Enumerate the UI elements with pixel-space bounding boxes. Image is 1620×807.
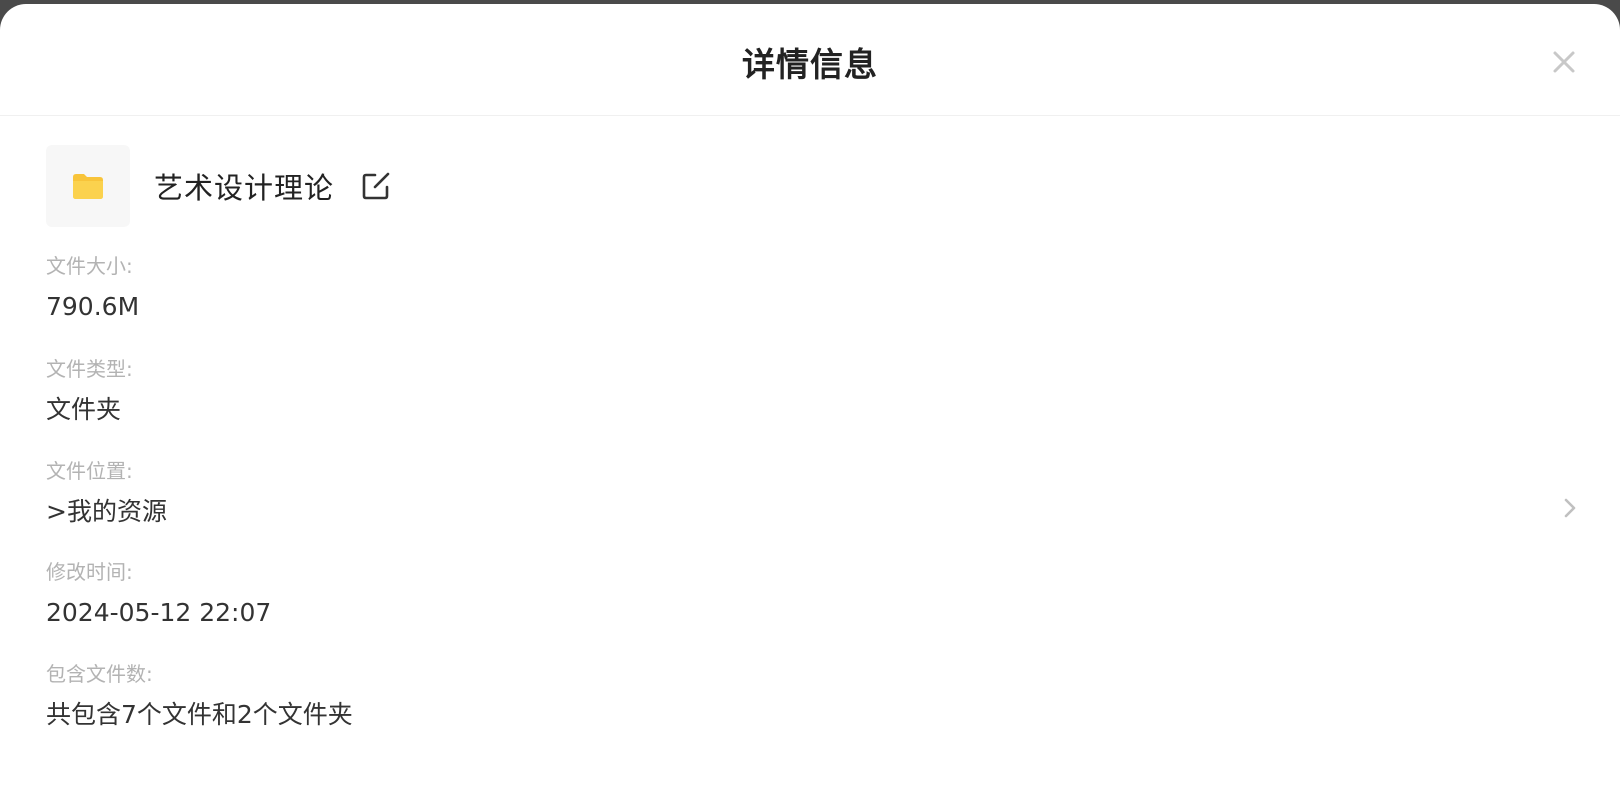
sheet-header: 详情信息 — [0, 4, 1620, 116]
file-name: 艺术设计理论 — [154, 171, 335, 205]
page-title: 详情信息 — [742, 45, 878, 84]
chevron-right-icon — [1564, 498, 1576, 518]
file-header: 艺术设计理论 — [46, 145, 392, 227]
file-count-field: 包含文件数: 共包含7个文件和2个文件夹 — [46, 660, 1580, 732]
file-location-label: 文件位置: — [46, 459, 133, 483]
file-size-label: 文件大小: — [46, 254, 133, 278]
file-location-value[interactable]: >我的资源 — [46, 495, 1580, 529]
file-location-field[interactable]: 文件位置: >我的资源 — [46, 457, 1580, 529]
edit-icon — [362, 172, 390, 200]
details-sheet: 详情信息 艺术设计理论 文件大小: 790.6M 文件类型: 文件夹 文件位置:… — [0, 4, 1620, 807]
modified-time-value: 2024-05-12 22:07 — [46, 598, 272, 627]
file-thumbnail — [46, 145, 130, 227]
file-count-value: 共包含7个文件和2个文件夹 — [46, 700, 353, 729]
file-size-field: 文件大小: 790.6M — [46, 252, 1580, 324]
location-chevron[interactable] — [1560, 495, 1580, 521]
rename-button[interactable] — [360, 170, 392, 202]
file-type-value: 文件夹 — [46, 395, 122, 424]
close-icon — [1553, 51, 1575, 73]
modified-time-label: 修改时间: — [46, 560, 133, 584]
file-count-label: 包含文件数: — [46, 662, 153, 686]
file-type-field: 文件类型: 文件夹 — [46, 355, 1580, 427]
close-button[interactable] — [1546, 44, 1582, 80]
file-type-label: 文件类型: — [46, 357, 133, 381]
folder-icon — [73, 174, 103, 199]
file-size-value: 790.6M — [46, 292, 140, 321]
modified-time-field: 修改时间: 2024-05-12 22:07 — [46, 558, 1580, 630]
